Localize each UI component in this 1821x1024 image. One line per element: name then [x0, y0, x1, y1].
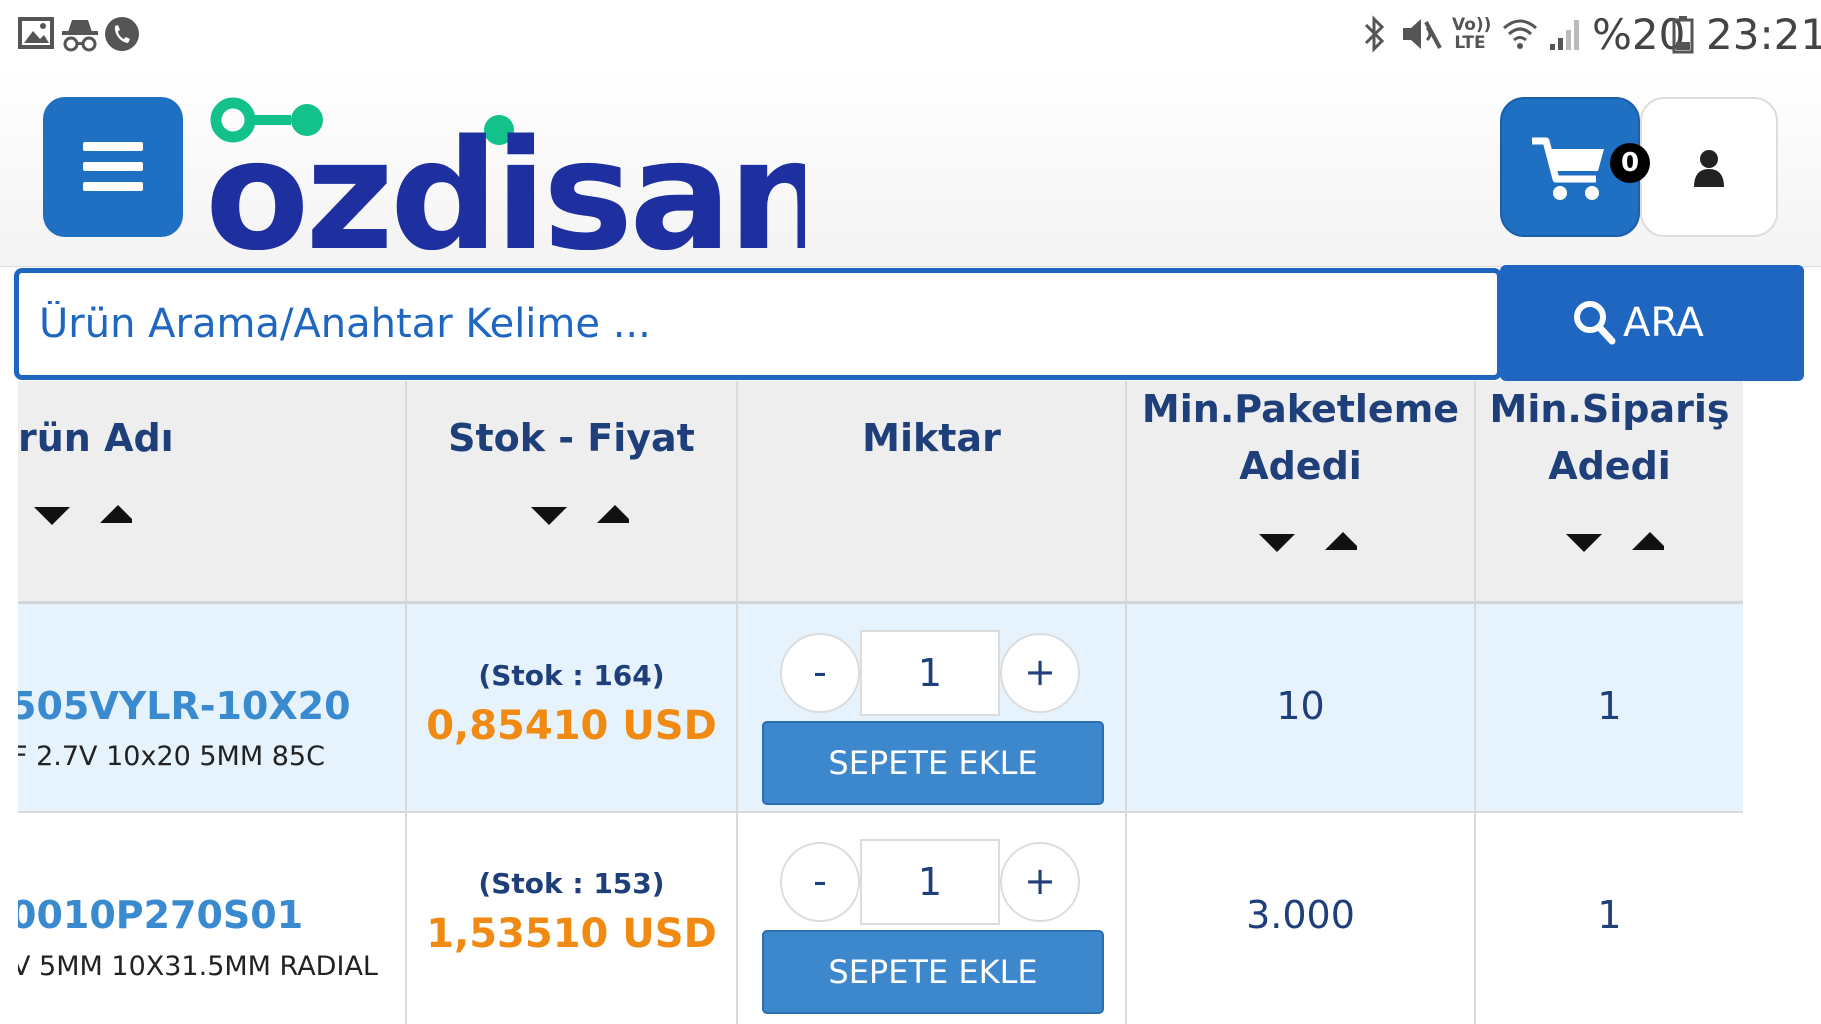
decrement-button[interactable]: - — [780, 633, 860, 713]
table-row-2-min-pack-cell: 3.000 — [1127, 813, 1476, 1024]
min-order-value: 1 — [1597, 684, 1622, 728]
table-row-2-qty-cell: - + SEPETE EKLE — [738, 813, 1127, 1024]
user-icon — [1694, 150, 1724, 187]
quantity-input[interactable] — [860, 839, 1000, 925]
product-name-link[interactable]: 0010P270S01 — [18, 893, 303, 937]
header-label: Miktar — [862, 416, 1001, 460]
add-to-cart-button[interactable]: SEPETE EKLE — [762, 930, 1104, 1014]
increment-button[interactable]: + — [1000, 633, 1080, 713]
stock-text: (Stok : 164) — [478, 659, 665, 692]
cart-count-badge: 0 — [1610, 143, 1650, 183]
sort-asc-icon — [597, 505, 629, 523]
increment-button[interactable]: + — [1000, 842, 1080, 922]
sort-desc-icon — [1566, 534, 1602, 552]
stock-text: (Stok : 153) — [478, 867, 665, 900]
price-text: 0,85410 USD — [426, 703, 717, 749]
min-pack-value: 10 — [1276, 684, 1325, 728]
table-row-2-min-order-cell: 1 — [1476, 813, 1743, 1024]
mute-icon — [1403, 19, 1442, 49]
header-label-line2: Adedi — [1239, 444, 1362, 488]
table-row-2-name-cell: 0010P270S01 V 5MM 10X31.5MM RADIAL — [18, 813, 407, 1024]
header-min-package: Min.Paketleme Adedi — [1127, 381, 1476, 604]
header-label-line1: Min.Sipariş — [1489, 387, 1730, 431]
decrement-button[interactable]: - — [780, 842, 860, 922]
incognito-icon — [62, 20, 98, 52]
sort-arrows[interactable] — [32, 501, 132, 531]
site-header: ozdisan 0 — [0, 70, 1821, 267]
signal-icon — [1550, 20, 1579, 50]
search-button-label: ARA — [1623, 300, 1704, 346]
min-order-value: 1 — [1597, 893, 1622, 937]
status-bar: Vo)) LTE %20 23:21 — [0, 0, 1821, 70]
wifi-icon — [1503, 19, 1537, 49]
product-description: V 5MM 10X31.5MM RADIAL — [18, 951, 378, 982]
header-quantity: Miktar — [738, 381, 1127, 604]
table-row-1-name-cell: 505VYLR-10X20 F 2.7V 10x20 5MM 85C — [18, 604, 407, 813]
sort-asc-icon — [1632, 532, 1664, 550]
battery-icon — [1672, 16, 1694, 54]
sort-desc-icon — [34, 507, 70, 525]
table-row-1-min-order-cell: 1 — [1476, 604, 1743, 813]
product-name-link[interactable]: 505VYLR-10X20 — [18, 684, 351, 728]
sort-desc-icon — [1259, 534, 1295, 552]
ozdisan-logo: ozdisan — [205, 97, 805, 250]
table-row-1-qty-cell: - + SEPETE EKLE — [738, 604, 1127, 813]
clock: 23:21 — [1706, 10, 1821, 59]
header-min-order: Min.Sipariş Adedi — [1476, 381, 1743, 604]
header-stock-price: Stok - Fiyat — [407, 381, 738, 604]
menu-button[interactable] — [43, 97, 183, 237]
search-input[interactable] — [14, 268, 1502, 380]
sort-asc-icon — [100, 505, 132, 523]
volte-indicator: Vo)) LTE — [1452, 15, 1492, 53]
phone-call-icon — [105, 17, 139, 51]
min-pack-value: 3.000 — [1246, 893, 1355, 937]
table-row-2-stock-cell: (Stok : 153) 1,53510 USD — [407, 813, 738, 1024]
product-table: rün Adı Stok - Fiyat Miktar Min.Paketlem… — [18, 381, 1743, 1024]
search-icon — [1574, 301, 1616, 345]
header-label: rün Adı — [18, 416, 174, 460]
table-row-1-min-pack-cell: 10 — [1127, 604, 1476, 813]
cart-button[interactable]: 0 — [1500, 97, 1650, 237]
header-product-name: rün Adı — [18, 381, 407, 604]
price-text: 1,53510 USD — [426, 911, 717, 957]
account-button[interactable] — [1640, 97, 1778, 237]
sort-desc-icon — [531, 507, 567, 525]
bluetooth-icon — [1364, 15, 1385, 53]
header-label-line1: Min.Paketleme — [1141, 387, 1460, 431]
sort-arrows[interactable] — [1564, 528, 1664, 558]
quantity-input[interactable] — [860, 630, 1000, 716]
gallery-icon — [18, 17, 54, 49]
cart-icon — [1532, 137, 1604, 200]
search-button[interactable]: ARA — [1500, 265, 1804, 381]
logo-wordmark: ozdisan — [205, 107, 805, 250]
header-label-line2: Adedi — [1548, 444, 1671, 488]
sort-asc-icon — [1325, 532, 1357, 550]
table-row-1-stock-cell: (Stok : 164) 0,85410 USD — [407, 604, 738, 813]
sort-arrows[interactable] — [529, 501, 629, 531]
header-label: Stok - Fiyat — [448, 416, 695, 460]
product-description: F 2.7V 10x20 5MM 85C — [18, 741, 325, 772]
sort-arrows[interactable] — [1257, 528, 1357, 558]
add-to-cart-button[interactable]: SEPETE EKLE — [762, 721, 1104, 805]
